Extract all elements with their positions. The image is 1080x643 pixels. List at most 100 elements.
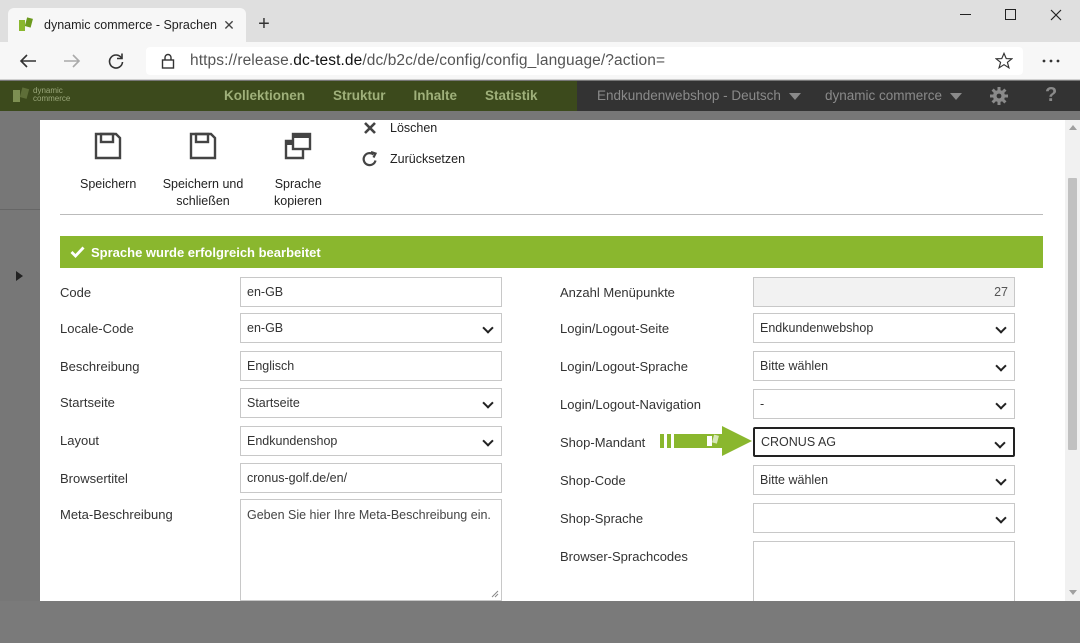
forward-icon[interactable] [58,48,86,74]
scroll-thumb[interactable] [1068,178,1077,450]
header-right: Endkundenwebshop - Deutsch dynamic comme… [577,81,1080,111]
favicon-icon [18,17,34,33]
gear-icon[interactable] [989,86,1009,106]
copy-icon [268,126,328,166]
help-icon[interactable]: ? [1045,84,1057,107]
delete-button[interactable]: Löschen [360,120,437,136]
meta-description-textarea[interactable]: Geben Sie hier Ihre Meta-Beschreibung ei… [240,499,502,601]
maximize-icon[interactable] [988,0,1034,30]
login-navigation-label: Login/Logout-Navigation [560,397,701,412]
toolbar-divider [60,214,1043,215]
scroll-down-icon[interactable] [1069,590,1077,595]
shop-mandant-value: CRONUS AG [761,435,837,449]
description-label: Beschreibung [60,359,140,374]
menu-count-field: 27 [753,277,1015,307]
login-page-select[interactable]: Endkundenwebshop [753,313,1015,343]
browsertitle-value: cronus-golf.de/en/ [247,471,348,485]
nav-item-inhalte[interactable]: Inhalte [400,81,472,111]
description-field[interactable]: Englisch [240,351,502,381]
copy-language-label-1: Sprache [274,177,322,191]
caret-down-icon [950,92,963,100]
startpage-select[interactable]: Startseite [240,388,502,418]
copy-language-button[interactable]: Sprache kopieren [268,126,328,210]
layout-select[interactable]: Endkundenshop [240,426,502,456]
background-footer [0,601,1080,643]
shop-select-label: Endkundenwebshop - Deutsch [597,88,781,103]
nav-item-struktur[interactable]: Struktur [319,81,400,111]
url-input[interactable]: https://release.dc-test.de/dc/b2c/de/con… [146,47,1023,75]
nav-item-kollektionen[interactable]: Kollektionen [210,81,319,111]
login-language-value: Bitte wählen [760,359,829,373]
save-and-close-label-1: Speichern und [162,177,244,191]
modal-scrollbar[interactable] [1065,120,1080,601]
shop-mandant-select[interactable]: CRONUS AG [753,427,1015,457]
url-prefix: https://release. [190,52,294,69]
code-label: Code [60,285,92,300]
shop-code-label: Shop-Code [560,473,626,488]
save-and-close-label-2: schließen [176,194,230,208]
star-icon[interactable] [995,52,1013,70]
edit-language-modal: Speichern Speichern und schließen Sprach… [40,120,1065,601]
resize-grip-icon[interactable] [491,590,499,598]
reset-button[interactable]: Zurücksetzen [360,151,465,167]
logo-text: dynamic commerce [33,87,70,103]
main-nav: Kollektionen Struktur Inhalte Statistik [210,81,552,111]
browser-tab-bar: dynamic commerce - Sprachen ✕ + [0,0,1080,42]
locale-code-label: Locale-Code [60,321,134,336]
locale-code-value: en-GB [247,321,284,335]
scroll-up-icon[interactable] [1069,125,1077,130]
login-page-label: Login/Logout-Seite [560,321,670,336]
save-button[interactable]: Speichern [80,126,136,193]
layout-label: Layout [60,433,100,448]
browser-tab[interactable]: dynamic commerce - Sprachen ✕ [8,8,246,42]
delete-x-icon [360,120,380,136]
meta-description-label: Meta-Beschreibung [60,507,173,522]
company-select[interactable]: dynamic commerce [825,81,963,111]
login-navigation-select[interactable]: - [753,389,1015,419]
browser-language-codes-textarea[interactable] [753,541,1015,601]
app-logo[interactable]: dynamic commerce [12,86,70,104]
nav-item-statistik[interactable]: Statistik [471,81,552,111]
lock-icon [160,53,176,69]
locale-code-select[interactable]: en-GB [240,313,502,343]
login-page-value: Endkundenwebshop [760,321,874,335]
company-select-label: dynamic commerce [825,88,943,103]
shop-code-select[interactable]: Bitte wählen [753,465,1015,495]
shop-select[interactable]: Endkundenwebshop - Deutsch [597,81,801,111]
address-bar: https://release.dc-test.de/dc/b2c/de/con… [0,42,1080,80]
delete-label: Löschen [390,121,438,135]
login-language-label: Login/Logout-Sprache [560,359,688,374]
background-divider [0,209,40,210]
description-value: Englisch [247,359,295,373]
window-close-icon[interactable] [1033,0,1079,30]
back-icon[interactable] [14,48,42,74]
checkmark-icon [70,246,85,258]
success-message: Sprache wurde erfolgreich bearbeitet [91,244,321,260]
shop-language-select[interactable] [753,503,1015,533]
url-text: https://release.dc-test.de/dc/b2c/de/con… [190,52,665,70]
url-domain: dc-test.de [293,52,363,69]
minimize-icon[interactable] [943,0,989,30]
shop-mandant-label: Shop-Mandant [560,435,646,450]
save-button-label: Speichern [80,177,137,191]
save-and-close-button[interactable]: Speichern und schließen [162,126,244,210]
browsertitle-field[interactable]: cronus-golf.de/en/ [240,463,502,493]
layout-value: Endkundenshop [247,434,338,448]
floppy-icon [162,126,244,166]
tab-close-icon[interactable]: ✕ [220,16,238,34]
floppy-icon [80,126,136,166]
reload-icon[interactable] [102,48,130,74]
tree-expand-icon [16,271,23,281]
new-tab-button[interactable]: + [252,12,276,36]
code-value: en-GB [247,285,284,299]
code-field[interactable]: en-GB [240,277,502,307]
browser-language-codes-label: Browser-Sprachcodes [560,549,688,564]
tab-title: dynamic commerce - Sprachen [44,18,217,32]
login-language-select[interactable]: Bitte wählen [753,351,1015,381]
more-icon[interactable] [1038,48,1064,74]
reset-icon [360,151,380,167]
logo-icon [13,87,30,102]
browsertitle-label: Browsertitel [60,471,128,486]
menu-count-value: 27 [994,285,1008,299]
logo-text-line-2: commerce [33,94,71,103]
